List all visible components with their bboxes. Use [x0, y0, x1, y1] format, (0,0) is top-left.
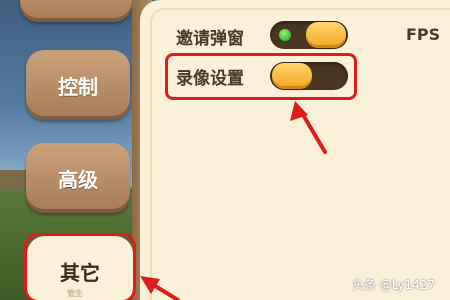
watermark: 头条 @Ly1427 — [352, 278, 436, 292]
annotation-arrows — [140, 101, 327, 300]
arrow-to-other-tab-icon — [140, 276, 180, 300]
arrow-to-record-settings-icon — [290, 101, 327, 154]
